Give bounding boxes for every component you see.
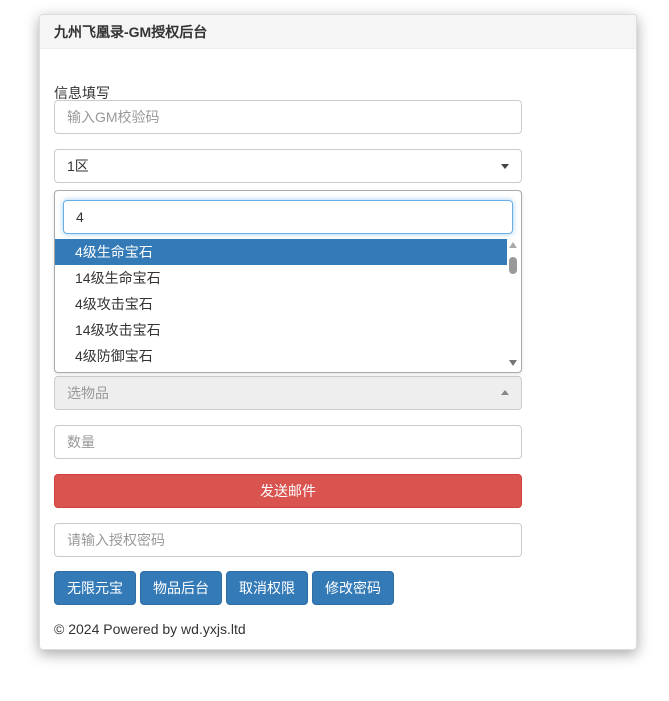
item-select-placeholder: 选物品 <box>67 385 109 401</box>
scrollbar-thumb[interactable] <box>509 257 517 274</box>
gm-code-input[interactable] <box>54 100 522 134</box>
scroll-up-icon[interactable] <box>509 242 517 248</box>
panel-title: 九州飞凰录-GM授权后台 <box>40 15 636 49</box>
send-mail-button[interactable]: 发送邮件 <box>54 474 522 508</box>
item-select[interactable]: 选物品 <box>54 376 522 410</box>
server-select-value: 1区 <box>67 158 89 174</box>
dropdown-option[interactable]: 4级防御宝石 <box>55 343 507 369</box>
change-password-button[interactable]: 修改密码 <box>312 571 394 605</box>
dropdown-scrollbar[interactable] <box>506 239 520 369</box>
item-dropdown: 4 4级生命宝石 14级生命宝石 4级攻击宝石 14级攻击宝石 4级防御宝石 <box>54 190 522 373</box>
gm-panel: 九州飞凰录-GM授权后台 信息填写 1区 选物品 发送邮件 无限元宝 物品后台 … <box>39 14 637 650</box>
action-button-row: 无限元宝 物品后台 取消权限 修改密码 <box>54 571 394 605</box>
chevron-down-icon <box>501 164 509 169</box>
footer-text: © 2024 Powered by wd.yxjs.ltd <box>54 621 246 637</box>
dropdown-option[interactable]: 4级生命宝石 <box>55 239 507 265</box>
server-select[interactable]: 1区 <box>54 149 522 183</box>
dropdown-option[interactable]: 14级生命宝石 <box>55 265 507 291</box>
dropdown-options-list: 4级生命宝石 14级生命宝石 4级攻击宝石 14级攻击宝石 4级防御宝石 <box>55 239 507 369</box>
chevron-up-icon <box>501 390 509 395</box>
quantity-input[interactable] <box>54 425 522 459</box>
dropdown-option[interactable]: 14级攻击宝石 <box>55 317 507 343</box>
item-backend-button[interactable]: 物品后台 <box>140 571 222 605</box>
scroll-down-icon[interactable] <box>509 360 517 366</box>
unlimited-yuanbao-button[interactable]: 无限元宝 <box>54 571 136 605</box>
revoke-permission-button[interactable]: 取消权限 <box>226 571 308 605</box>
dropdown-search-input[interactable]: 4 <box>63 200 513 234</box>
dropdown-option[interactable]: 4级攻击宝石 <box>55 291 507 317</box>
auth-password-input[interactable] <box>54 523 522 557</box>
